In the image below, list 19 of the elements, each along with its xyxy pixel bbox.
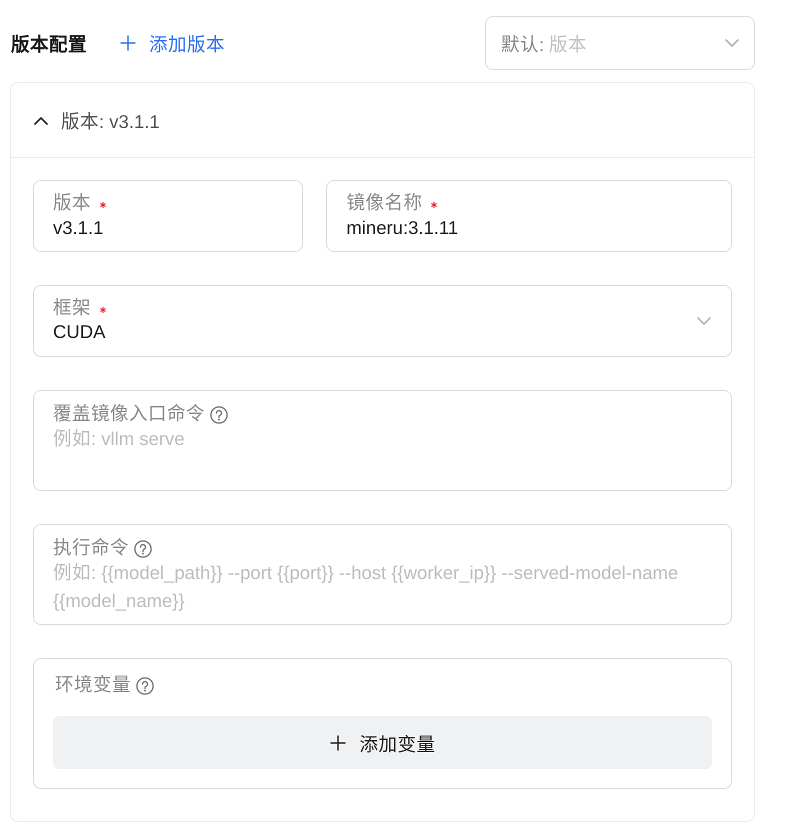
field-label: 镜像名称 [346, 192, 422, 214]
plus-icon [330, 734, 346, 750]
add-version-button[interactable]: 添加版本 [120, 30, 225, 56]
version-panel-header[interactable]: 版本: v3.1.1 [11, 83, 754, 158]
chevron-down-icon [725, 38, 739, 48]
chevron-down-icon [697, 316, 711, 326]
help-icon[interactable] [210, 406, 228, 424]
section-title: 版本配置 [11, 33, 87, 56]
chevron-up-icon [34, 116, 48, 124]
field-label: 版本 [53, 192, 91, 214]
plus-icon [120, 35, 136, 51]
dropdown-field[interactable]: 框架 CUDA [33, 285, 732, 357]
field-label: 框架 [53, 297, 91, 319]
add-variable-button[interactable]: 添加变量 [53, 716, 712, 769]
field-label: 执行命令 [53, 537, 129, 559]
env-variables-label: 环境变量 [55, 674, 131, 696]
help-icon[interactable] [134, 540, 152, 558]
help-icon[interactable] [136, 677, 154, 695]
field-label: 覆盖镜像入口命令 [53, 403, 205, 425]
